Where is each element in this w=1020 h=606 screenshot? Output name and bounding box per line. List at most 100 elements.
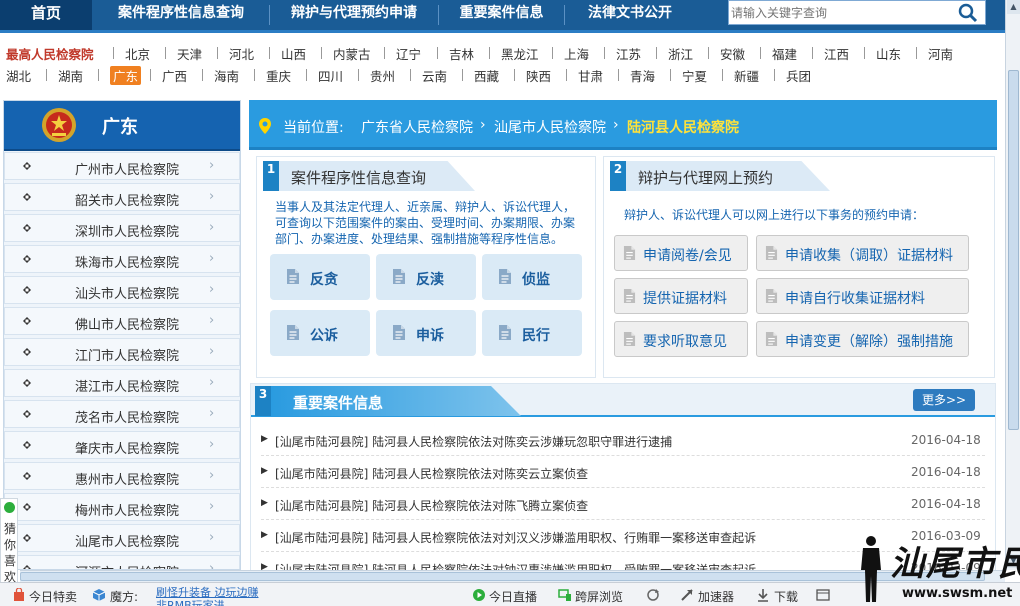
magic-link-2[interactable]: 非RMB玩家进 [156,597,225,606]
region-link[interactable]: 上海 [564,44,589,63]
appointment-button[interactable]: 申请收集（调取）证据材料 [756,235,969,271]
region-link[interactable]: 四川 [318,66,343,85]
today-live-link[interactable]: 今日直播 [489,588,537,605]
breadcrumb: 当前位置: 广东省人民检察院 › 汕尾市人民检察院 › 陆河县人民检察院 [249,100,997,150]
region-link[interactable]: 海南 [214,66,239,85]
region-link[interactable]: 兵团 [786,66,811,85]
region-link[interactable]: 内蒙古 [333,44,371,63]
appointment-button[interactable]: 要求听取意见 [614,321,748,357]
region-link[interactable]: 西藏 [474,66,499,85]
sidebar-item[interactable]: 珠海市人民检察院 › [4,245,240,273]
nav-home[interactable]: 首页 [0,0,92,30]
sidebar-item[interactable]: 肇庆市人民检察院 › [4,431,240,459]
today-special-link[interactable]: 今日特卖 [29,588,77,605]
sidebar-item[interactable]: 广州市人民检察院 › [4,152,240,180]
case-type-button[interactable]: 民行 [482,310,582,356]
vertical-scrollbar[interactable]: ▲ ▼ [1005,0,1020,570]
nav-important-cases[interactable]: 重要案件信息 [439,0,564,30]
search-input[interactable] [731,4,951,22]
case-type-label: 公诉 [310,328,338,344]
region-link[interactable]: 黑龙江 [501,44,539,63]
sidebar-item[interactable]: 汕头市人民检察院 › [4,276,240,304]
region-link[interactable]: 山西 [281,44,306,63]
breadcrumb-level1[interactable]: 广东省人民检察院 [361,117,473,137]
sidebar-item[interactable]: 梅州市人民检察院 › [4,493,240,521]
region-link[interactable]: 河北 [229,44,254,63]
region-link[interactable]: 宁夏 [682,66,707,85]
region-link[interactable]: 陕西 [526,66,551,85]
region-link[interactable]: 江西 [824,44,849,63]
search-icon[interactable] [957,3,979,23]
region-link[interactable]: 安徽 [720,44,745,63]
news-title[interactable]: [汕尾市陆河县院] 陆河县人民检察院依法对刘汉义涉嫌滥用职权、行贿罪一案移送审查… [275,529,756,546]
refresh-icon[interactable] [646,588,660,602]
news-row[interactable]: ▶ [汕尾市陆河县院] 陆河县人民检察院依法对陈奕云涉嫌玩忽职守罪进行逮捕 2016… [261,425,985,456]
download-link[interactable]: 下载 [774,588,798,605]
news-row[interactable]: ▶ [汕尾市陆河县院] 陆河县人民检察院依法对陈飞腾立案侦查 2016-04-18 [261,489,985,520]
horizontal-scroll-thumb[interactable] [20,572,985,581]
watermark-logo-text: 汕尾市民网 [890,544,1020,584]
region-link[interactable]: 福建 [772,44,797,63]
case-type-button[interactable]: 侦监 [482,254,582,300]
region-link[interactable]: 浙江 [668,44,693,63]
region-link[interactable]: 北京 [125,44,150,63]
region-divider [165,47,166,59]
case-type-button[interactable]: 申诉 [376,310,476,356]
region-link[interactable]: 甘肃 [578,66,603,85]
scroll-thumb[interactable] [1008,70,1019,430]
nav-case-query[interactable]: 案件程序性信息查询 [92,0,270,30]
accelerator-link[interactable]: 加速器 [698,588,734,605]
region-link[interactable]: 辽宁 [396,44,421,63]
region-link[interactable]: 山东 [876,44,901,63]
nav-legal-documents[interactable]: 法律文书公开 [565,0,695,30]
region-link[interactable]: 青海 [630,66,655,85]
cross-screen-link[interactable]: 跨屏浏览 [575,588,623,605]
news-title[interactable]: [汕尾市陆河县院] 陆河县人民检察院依法对陈奕云立案侦查 [275,465,588,482]
bullet-icon [23,379,31,387]
main-content: 当前位置: 广东省人民检察院 › 汕尾市人民检察院 › 陆河县人民检察院 1 案… [249,100,997,584]
region-link[interactable]: 天津 [177,44,202,63]
news-title[interactable]: [汕尾市陆河县院] 陆河县人民检察院依法对陈奕云涉嫌玩忽职守罪进行逮捕 [275,433,672,450]
appointment-button[interactable]: 申请阅卷/会见 [614,235,748,271]
news-date: 2016-04-18 [911,433,981,447]
news-title[interactable]: [汕尾市陆河县院] 陆河县人民检察院依法对陈飞腾立案侦查 [275,497,588,514]
scroll-up-icon[interactable]: ▲ [1007,0,1020,14]
region-link[interactable]: 云南 [422,66,447,85]
case-type-button[interactable]: 反贪 [270,254,370,300]
sidebar-item[interactable]: 深圳市人民检察院 › [4,214,240,242]
sidebar-item[interactable]: 惠州市人民检察院 › [4,462,240,490]
region-link[interactable]: 河南 [928,44,953,63]
sidebar-item[interactable]: 韶关市人民检察院 › [4,183,240,211]
region-link[interactable]: 广东 [110,66,142,85]
appointment-button[interactable]: 申请自行收集证据材料 [756,278,969,314]
region-link[interactable]: 重庆 [266,66,291,85]
region-link[interactable]: 最高人民检察院 [6,44,94,63]
appointment-button[interactable]: 申请变更（解除）强制措施 [756,321,969,357]
nav-defense-appointment[interactable]: 辩护与代理预约申请 [270,0,438,30]
region-link[interactable]: 湖南 [58,66,83,85]
sidebar-item[interactable]: 汕尾市人民检察院 › [4,524,240,552]
more-button[interactable]: 更多>> [913,389,975,411]
region-link[interactable]: 湖北 [6,66,31,85]
case-query-title: 1 案件程序性信息查询 [263,161,478,191]
sidebar-item[interactable]: 茂名市人民检察院 › [4,400,240,428]
case-type-button[interactable]: 反渎 [376,254,476,300]
window-icon[interactable] [816,588,830,602]
breadcrumb-level2[interactable]: 汕尾市人民检察院 [494,117,606,137]
region-link[interactable]: 吉林 [449,44,474,63]
appointment-button[interactable]: 提供证据材料 [614,278,748,314]
region-divider [514,69,515,81]
region-link[interactable]: 江苏 [616,44,641,63]
download-icon [758,589,768,602]
document-icon [498,324,512,341]
case-type-button[interactable]: 公诉 [270,310,370,356]
region-link[interactable]: 贵州 [370,66,395,85]
region-link[interactable]: 新疆 [734,66,759,85]
region-link[interactable]: 广西 [162,66,187,85]
guess-you-like-widget[interactable]: 猜你喜欢 [0,498,18,586]
sidebar-item[interactable]: 河源市人民检察院 › [4,555,240,569]
sidebar-item[interactable]: 江门市人民检察院 › [4,338,240,366]
news-row[interactable]: ▶ [汕尾市陆河县院] 陆河县人民检察院依法对陈奕云立案侦查 2016-04-18 [261,457,985,488]
sidebar-item[interactable]: 湛江市人民检察院 › [4,369,240,397]
sidebar-item[interactable]: 佛山市人民检察院 › [4,307,240,335]
